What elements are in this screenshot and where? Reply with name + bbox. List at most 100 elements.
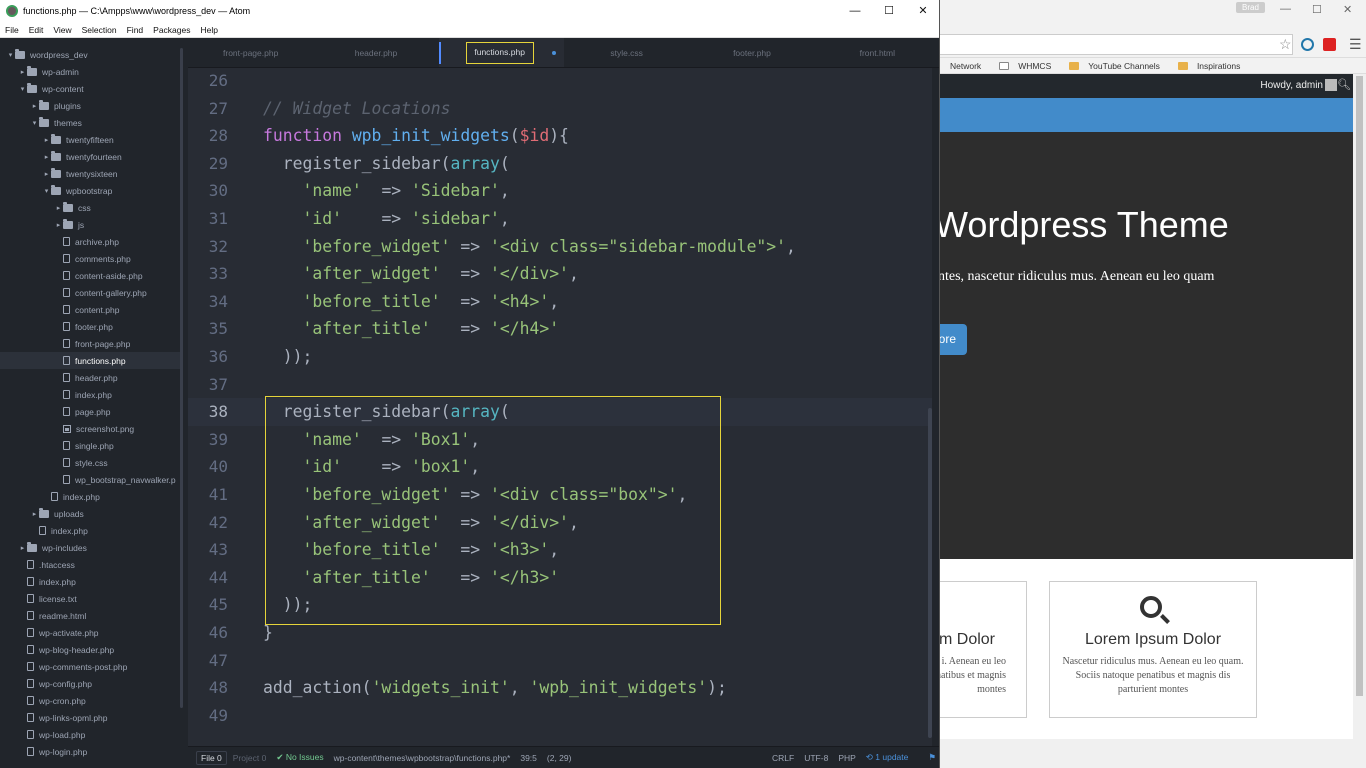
squirrel-icon[interactable]: ⚑ <box>928 752 936 763</box>
tree-item[interactable]: archive.php <box>0 233 180 250</box>
tree-scrollbar[interactable] <box>180 48 183 708</box>
tab-style-css[interactable]: style.css <box>564 38 689 67</box>
minimize-button[interactable]: — <box>838 0 872 22</box>
code-line[interactable]: 29 register_sidebar(array( <box>188 150 932 178</box>
tree-item[interactable]: functions.php <box>0 352 180 369</box>
tree-item[interactable]: wp-activate.php <box>0 624 180 641</box>
bookmark-star-icon[interactable]: ☆ <box>1279 36 1292 53</box>
status-issues[interactable]: ✔ No Issues <box>276 752 323 763</box>
bookmark-inspirations[interactable]: Inspirations <box>1173 61 1244 71</box>
code-line[interactable]: 48 add_action('widgets_init', 'wpb_init_w… <box>188 674 932 702</box>
tree-item[interactable]: wp-blog-header.php <box>0 641 180 658</box>
code-line[interactable]: 33 'after_widget' => '</div>', <box>188 260 932 288</box>
tab-front-page-php[interactable]: front-page.php <box>188 38 313 67</box>
code-editor[interactable]: 26 27 // Widget Locations 28 function wpb_in… <box>188 68 932 746</box>
menu-help[interactable]: Help <box>196 25 223 35</box>
tree-item[interactable]: ▸ wp-admin <box>0 63 180 80</box>
tree-item[interactable]: ▾ themes <box>0 114 180 131</box>
status-line-ending[interactable]: CRLF <box>772 753 794 763</box>
tree-item[interactable]: header.php <box>0 369 180 386</box>
code-line[interactable]: 37 <box>188 371 932 399</box>
close-button[interactable]: ✕ <box>906 0 939 22</box>
tree-item[interactable]: wp-links-opml.php <box>0 709 180 726</box>
tree-item[interactable]: index.php <box>0 522 180 539</box>
tree-item[interactable]: content.php <box>0 301 180 318</box>
tree-item[interactable]: .htaccess <box>0 556 180 573</box>
tree-item[interactable]: style.css <box>0 454 180 471</box>
tree-item[interactable]: content-aside.php <box>0 267 180 284</box>
menu-find[interactable]: Find <box>122 25 149 35</box>
code-line[interactable]: 28 function wpb_init_widgets($id){ <box>188 122 932 150</box>
tree-item[interactable]: ▸ twentyfifteen <box>0 131 180 148</box>
tree-item[interactable]: ▸ twentysixteen <box>0 165 180 182</box>
scrollbar-thumb[interactable] <box>1356 76 1363 696</box>
extension-icon[interactable] <box>1301 38 1314 51</box>
code-line[interactable]: 31 'id' => 'sidebar', <box>188 205 932 233</box>
status-grammar[interactable]: PHP <box>838 753 855 763</box>
code-line[interactable]: 36 )); <box>188 343 932 371</box>
code-line[interactable]: 26 <box>188 68 932 95</box>
tree-item[interactable]: index.php <box>0 573 180 590</box>
tree-item[interactable]: page.php <box>0 403 180 420</box>
tab-functions-php[interactable]: functions.php <box>438 38 564 67</box>
browser-minimize-button[interactable]: — <box>1280 3 1291 15</box>
tree-item[interactable]: ▸ wp-includes <box>0 539 180 556</box>
code-line[interactable]: 32 'before_widget' => '<div class="sideb… <box>188 233 932 261</box>
address-bar[interactable] <box>940 34 1293 55</box>
status-project-tab[interactable]: Project 0 <box>233 753 267 763</box>
tree-item[interactable]: content-gallery.php <box>0 284 180 301</box>
browser-close-button[interactable]: ✕ <box>1343 3 1352 16</box>
tree-item[interactable]: ▸ css <box>0 199 180 216</box>
profile-badge[interactable]: Brad <box>1236 2 1265 13</box>
status-path[interactable]: wp-content\themes\wpbootstrap\functions.… <box>334 753 511 763</box>
status-cursor[interactable]: 39:5 <box>520 753 537 763</box>
tree-item[interactable]: wp_bootstrap_navwalker.p <box>0 471 180 488</box>
browser-maximize-button[interactable]: ☐ <box>1312 3 1322 16</box>
tab-front-html[interactable]: front.html <box>815 38 939 67</box>
menu-packages[interactable]: Packages <box>148 25 195 35</box>
menu-edit[interactable]: Edit <box>24 25 49 35</box>
tree-item[interactable]: screenshot.png <box>0 420 180 437</box>
tree-item[interactable]: ▾ wpbootstrap <box>0 182 180 199</box>
tree-item[interactable]: wp-cron.php <box>0 692 180 709</box>
read-more-button[interactable]: ore <box>940 324 967 355</box>
bookmark-network[interactable]: Network <box>945 61 985 71</box>
tree-item[interactable]: ▾ wp-content <box>0 80 180 97</box>
tree-item[interactable]: ▸ plugins <box>0 97 180 114</box>
menu-selection[interactable]: Selection <box>77 25 122 35</box>
editor-scrollbar[interactable] <box>928 408 932 738</box>
code-line[interactable]: 47 <box>188 647 932 675</box>
menu-view[interactable]: View <box>48 25 76 35</box>
tree-item[interactable]: readme.html <box>0 607 180 624</box>
page-scrollbar[interactable] <box>1353 74 1366 739</box>
avatar[interactable] <box>1325 79 1337 91</box>
code-line[interactable]: 49 <box>188 702 932 730</box>
tree-item[interactable]: ▸ js <box>0 216 180 233</box>
extension-red-icon[interactable] <box>1323 38 1336 51</box>
tree-item[interactable]: index.php <box>0 386 180 403</box>
tree-item[interactable]: front-page.php <box>0 335 180 352</box>
menu-file[interactable]: File <box>0 25 24 35</box>
tree-item[interactable]: wp-config.php <box>0 675 180 692</box>
code-line[interactable]: 27 // Widget Locations <box>188 95 932 123</box>
status-file-tab[interactable]: File 0 <box>196 750 227 765</box>
status-encoding[interactable]: UTF-8 <box>804 753 828 763</box>
tree-item[interactable]: ▸ twentyfourteen <box>0 148 180 165</box>
search-icon[interactable]: 🔍︎ <box>1337 78 1351 91</box>
horizontal-scrollbar[interactable] <box>940 739 1366 768</box>
tree-item[interactable]: ▾ wordpress_dev <box>0 46 180 63</box>
tree-item[interactable]: license.txt <box>0 590 180 607</box>
tree-item[interactable]: comments.php <box>0 250 180 267</box>
tab-header-php[interactable]: header.php <box>313 38 438 67</box>
modified-dot-icon[interactable] <box>551 51 556 55</box>
bookmark-whmcs[interactable]: WHMCS <box>994 61 1055 71</box>
tab-footer-php[interactable]: footer.php <box>689 38 814 67</box>
tree-item[interactable]: index.php <box>0 488 180 505</box>
tree-item[interactable]: ▸ uploads <box>0 505 180 522</box>
code-line[interactable]: 30 'name' => 'Sidebar', <box>188 177 932 205</box>
tree-item[interactable]: wp-comments-post.php <box>0 658 180 675</box>
bookmark-youtube-channels[interactable]: YouTube Channels <box>1064 61 1164 71</box>
status-updates[interactable]: ⟲ 1 update <box>866 752 919 763</box>
tree-item[interactable]: footer.php <box>0 318 180 335</box>
howdy-admin[interactable]: Howdy, admin <box>1260 80 1323 91</box>
